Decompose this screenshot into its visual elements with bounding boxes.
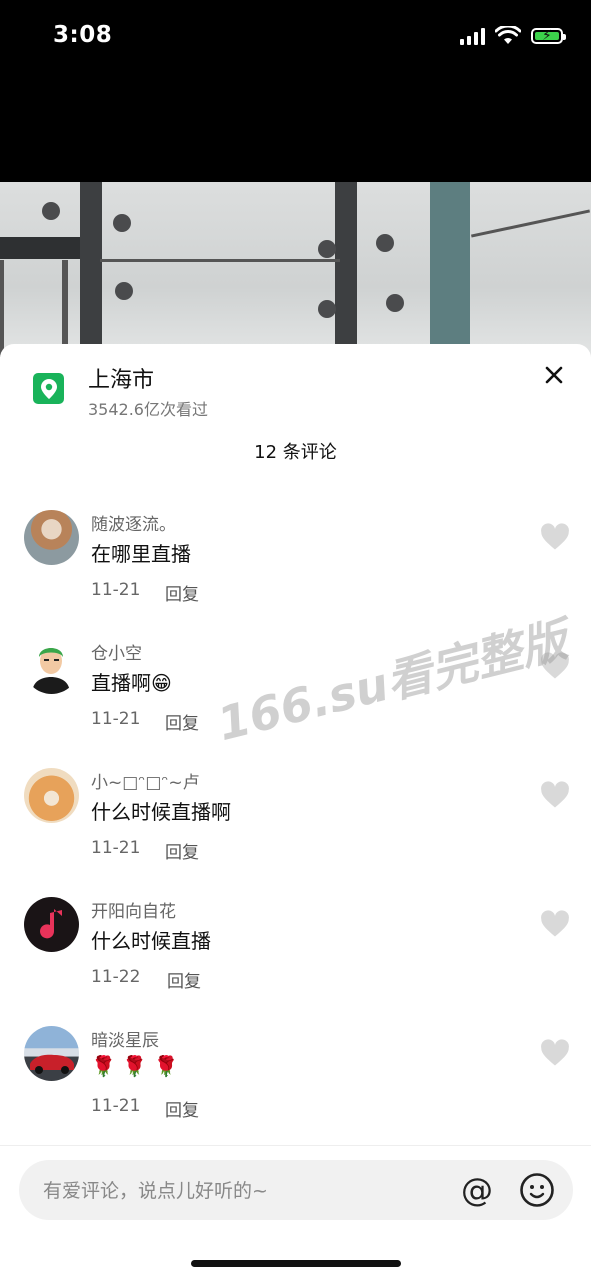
- like-heart-icon[interactable]: [540, 780, 570, 810]
- comment-text: 直播啊😁: [91, 671, 172, 695]
- comment-item: 小~□ᵔ□ᵔ~卢 什么时候直播啊 11-21 回复: [0, 768, 591, 897]
- like-heart-icon[interactable]: [540, 522, 570, 552]
- avatar[interactable]: [24, 639, 79, 694]
- wifi-icon: [495, 26, 521, 44]
- like-heart-icon[interactable]: [540, 1038, 570, 1068]
- background-video-frame: [0, 182, 591, 357]
- status-time: 3:08: [53, 22, 113, 48]
- avatar[interactable]: [24, 897, 79, 952]
- comment-date: 11-21: [91, 838, 141, 858]
- comment-username[interactable]: 暗淡星辰: [91, 1026, 159, 1051]
- comment-input-bar: @: [19, 1160, 573, 1222]
- comment-item: 开阳向自花 什么时候直播 11-22 回复: [0, 897, 591, 1026]
- emoji-icon[interactable]: [519, 1172, 555, 1208]
- cellular-signal-icon: [460, 27, 485, 45]
- status-bar: 3:08 ⚡: [0, 0, 591, 182]
- comment-username[interactable]: 小~□ᵔ□ᵔ~卢: [91, 768, 200, 793]
- like-heart-icon[interactable]: [540, 909, 570, 939]
- reply-button[interactable]: 回复: [165, 1096, 199, 1121]
- status-icons: ⚡: [460, 26, 566, 45]
- comment-date: 11-21: [91, 709, 141, 729]
- avatar[interactable]: [24, 510, 79, 565]
- reply-button[interactable]: 回复: [165, 838, 199, 863]
- comment-text: 什么时候直播啊: [91, 800, 231, 824]
- reply-button[interactable]: 回复: [167, 967, 201, 992]
- avatar[interactable]: [24, 768, 79, 823]
- reply-button[interactable]: 回复: [165, 709, 199, 734]
- reply-button[interactable]: 回复: [165, 580, 199, 605]
- comment-input[interactable]: [41, 1160, 445, 1222]
- comment-item: 暗淡星辰 🌹 🌹 🌹 11-21 回复: [0, 1026, 591, 1155]
- mention-at-icon[interactable]: @: [459, 1172, 495, 1208]
- divider: [0, 1145, 591, 1146]
- battery-icon: ⚡: [531, 27, 566, 44]
- avatar[interactable]: [24, 1026, 79, 1081]
- comment-username[interactable]: 仓小空: [91, 639, 142, 664]
- location-title[interactable]: 上海市: [88, 362, 154, 394]
- comment-date: 11-21: [91, 1096, 141, 1116]
- comment-date: 11-21: [91, 580, 141, 600]
- comment-username[interactable]: 随波逐流。: [91, 510, 176, 535]
- location-view-count: 3542.6亿次看过: [88, 400, 208, 419]
- comment-count: 12 条评论: [254, 442, 337, 463]
- home-indicator[interactable]: [191, 1260, 401, 1267]
- comment-username[interactable]: 开阳向自花: [91, 897, 176, 922]
- comment-text: 在哪里直播: [91, 542, 191, 566]
- location-pin-icon[interactable]: [33, 373, 64, 404]
- comment-text: 什么时候直播: [91, 929, 211, 953]
- comment-text: 🌹 🌹 🌹: [91, 1054, 179, 1078]
- comment-date: 11-22: [91, 967, 141, 987]
- close-icon[interactable]: [540, 362, 568, 390]
